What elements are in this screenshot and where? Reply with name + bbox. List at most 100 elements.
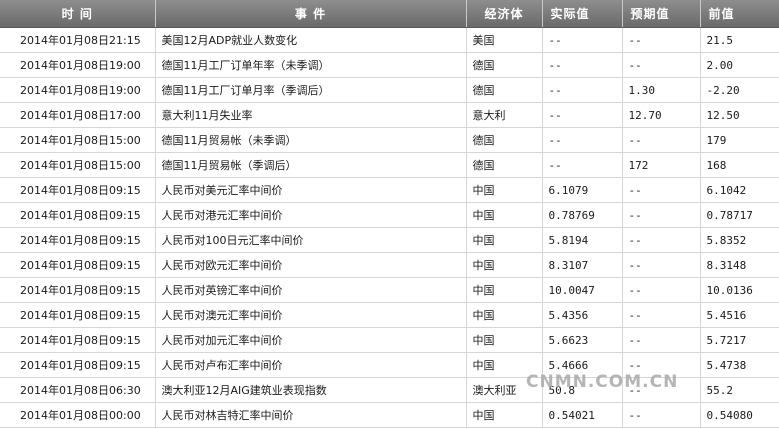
cell-time: 2014年01月08日06:30	[0, 377, 156, 403]
cell-actual: 6.1079	[542, 177, 623, 203]
cell-forecast: --	[622, 327, 701, 353]
cell-forecast: --	[622, 127, 701, 153]
cell-previous: -2.20	[700, 77, 779, 103]
cell-event: 人民币对美元汇率中间价	[155, 177, 467, 203]
cell-event: 澳大利亚12月AIG建筑业表现指数	[155, 377, 467, 403]
cell-previous: 0.78717	[700, 202, 779, 228]
table-row: 2014年01月08日09:15 人民币对港元汇率中间价 中国 0.78769 -- 0.…	[0, 202, 779, 228]
header-country: 经济体	[466, 0, 543, 28]
cell-forecast: --	[622, 177, 701, 203]
cell-actual: 5.4356	[542, 302, 623, 328]
table-row: 2014年01月08日09:15 人民币对加元汇率中间价 中国 5.6623 -- 5.7…	[0, 327, 779, 353]
economic-calendar-table: 时 间 事 件 经济体 实际值 预期值 前值 2014年01月08日21:15 美…	[0, 0, 779, 428]
cell-country: 中国	[466, 327, 543, 353]
table-row: 2014年01月08日09:15 人民币对欧元汇率中间价 中国 8.3107 -- 8.3…	[0, 252, 779, 278]
cell-actual: 10.0047	[542, 277, 623, 303]
cell-country: 中国	[466, 177, 543, 203]
cell-previous: 55.2	[700, 377, 779, 403]
table-row: 2014年01月08日15:00 德国11月贸易帐（未季调） 德国 -- -- 179	[0, 127, 779, 153]
table-row: 2014年01月08日19:00 德国11月工厂订单月率（季调后） 德国 -- 1.30…	[0, 77, 779, 103]
cell-event: 人民币对加元汇率中间价	[155, 327, 467, 353]
cell-previous: 21.5	[700, 27, 779, 53]
cell-time: 2014年01月08日15:00	[0, 152, 156, 178]
cell-forecast: 12.70	[622, 102, 701, 128]
header-actual: 实际值	[542, 0, 623, 28]
cell-actual: 8.3107	[542, 252, 623, 278]
cell-forecast: --	[622, 252, 701, 278]
cell-previous: 168	[700, 152, 779, 178]
cell-country: 中国	[466, 277, 543, 303]
header-event: 事 件	[155, 0, 467, 28]
cell-time: 2014年01月08日09:15	[0, 327, 156, 353]
cell-event: 人民币对澳元汇率中间价	[155, 302, 467, 328]
cell-time: 2014年01月08日09:15	[0, 202, 156, 228]
cell-country: 德国	[466, 52, 543, 78]
cell-forecast: --	[622, 302, 701, 328]
cell-country: 中国	[466, 302, 543, 328]
cell-event: 人民币对100日元汇率中间价	[155, 227, 467, 253]
cell-forecast: --	[622, 402, 701, 428]
cell-event: 德国11月贸易帐（未季调）	[155, 127, 467, 153]
table-row: 2014年01月08日15:00 德国11月贸易帐（季调后） 德国 -- 172 168	[0, 152, 779, 178]
cell-previous: 5.7217	[700, 327, 779, 353]
cell-previous: 5.4738	[700, 352, 779, 378]
cell-previous: 179	[700, 127, 779, 153]
table-row: 2014年01月08日21:15 美国12月ADP就业人数变化 美国 -- -- 21.5	[0, 27, 779, 53]
cell-event: 人民币对港元汇率中间价	[155, 202, 467, 228]
cell-previous: 10.0136	[700, 277, 779, 303]
cell-event: 美国12月ADP就业人数变化	[155, 27, 467, 53]
header-forecast: 预期值	[622, 0, 701, 28]
cell-time: 2014年01月08日09:15	[0, 252, 156, 278]
cell-time: 2014年01月08日09:15	[0, 352, 156, 378]
cell-forecast: --	[622, 27, 701, 53]
cell-country: 中国	[466, 202, 543, 228]
table-row: 2014年01月08日09:15 人民币对100日元汇率中间价 中国 5.8194 --…	[0, 227, 779, 253]
table-row: 2014年01月08日09:15 人民币对美元汇率中间价 中国 6.1079 -- 6.1…	[0, 177, 779, 203]
header-previous: 前值	[700, 0, 779, 28]
cell-country: 中国	[466, 252, 543, 278]
cell-country: 美国	[466, 27, 543, 53]
cell-time: 2014年01月08日09:15	[0, 302, 156, 328]
cell-time: 2014年01月08日09:15	[0, 277, 156, 303]
cell-event: 意大利11月失业率	[155, 102, 467, 128]
cell-time: 2014年01月08日15:00	[0, 127, 156, 153]
cell-time: 2014年01月08日21:15	[0, 27, 156, 53]
cell-country: 德国	[466, 77, 543, 103]
cell-country: 意大利	[466, 102, 543, 128]
cell-actual: 0.54021	[542, 402, 623, 428]
table-header: 时 间 事 件 经济体 实际值 预期值 前值	[0, 0, 779, 28]
cell-time: 2014年01月08日19:00	[0, 52, 156, 78]
cell-actual: --	[542, 52, 623, 78]
site-watermark: CNMN.COM.CN	[526, 372, 679, 392]
cell-previous: 0.54080	[700, 402, 779, 428]
cell-actual: --	[542, 77, 623, 103]
cell-forecast: --	[622, 202, 701, 228]
cell-actual: 0.78769	[542, 202, 623, 228]
table-row: 2014年01月08日09:15 人民币对澳元汇率中间价 中国 5.4356 -- 5.4…	[0, 302, 779, 328]
cell-previous: 6.1042	[700, 177, 779, 203]
cell-previous: 5.4516	[700, 302, 779, 328]
header-time: 时 间	[0, 0, 156, 28]
cell-actual: 5.8194	[542, 227, 623, 253]
cell-actual: --	[542, 127, 623, 153]
cell-country: 中国	[466, 402, 543, 428]
cell-actual: --	[542, 102, 623, 128]
cell-event: 人民币对英镑汇率中间价	[155, 277, 467, 303]
cell-event: 人民币对欧元汇率中间价	[155, 252, 467, 278]
cell-time: 2014年01月08日19:00	[0, 77, 156, 103]
cell-previous: 8.3148	[700, 252, 779, 278]
table-row: 2014年01月08日17:00 意大利11月失业率 意大利 -- 12.70 12.50	[0, 102, 779, 128]
table-body: 2014年01月08日21:15 美国12月ADP就业人数变化 美国 -- -- 21.5…	[0, 27, 779, 428]
cell-event: 德国11月贸易帐（季调后）	[155, 152, 467, 178]
cell-forecast: 1.30	[622, 77, 701, 103]
table-row: 2014年01月08日19:00 德国11月工厂订单年率（未季调） 德国 -- -- 2.…	[0, 52, 779, 78]
cell-forecast: 172	[622, 152, 701, 178]
cell-previous: 5.8352	[700, 227, 779, 253]
cell-event: 人民币对卢布汇率中间价	[155, 352, 467, 378]
cell-time: 2014年01月08日00:00	[0, 402, 156, 428]
cell-country: 德国	[466, 127, 543, 153]
cell-time: 2014年01月08日17:00	[0, 102, 156, 128]
cell-country: 德国	[466, 152, 543, 178]
table-row: 2014年01月08日00:00 人民币对林吉特汇率中间价 中国 0.54021 -- 0…	[0, 402, 779, 428]
cell-previous: 2.00	[700, 52, 779, 78]
